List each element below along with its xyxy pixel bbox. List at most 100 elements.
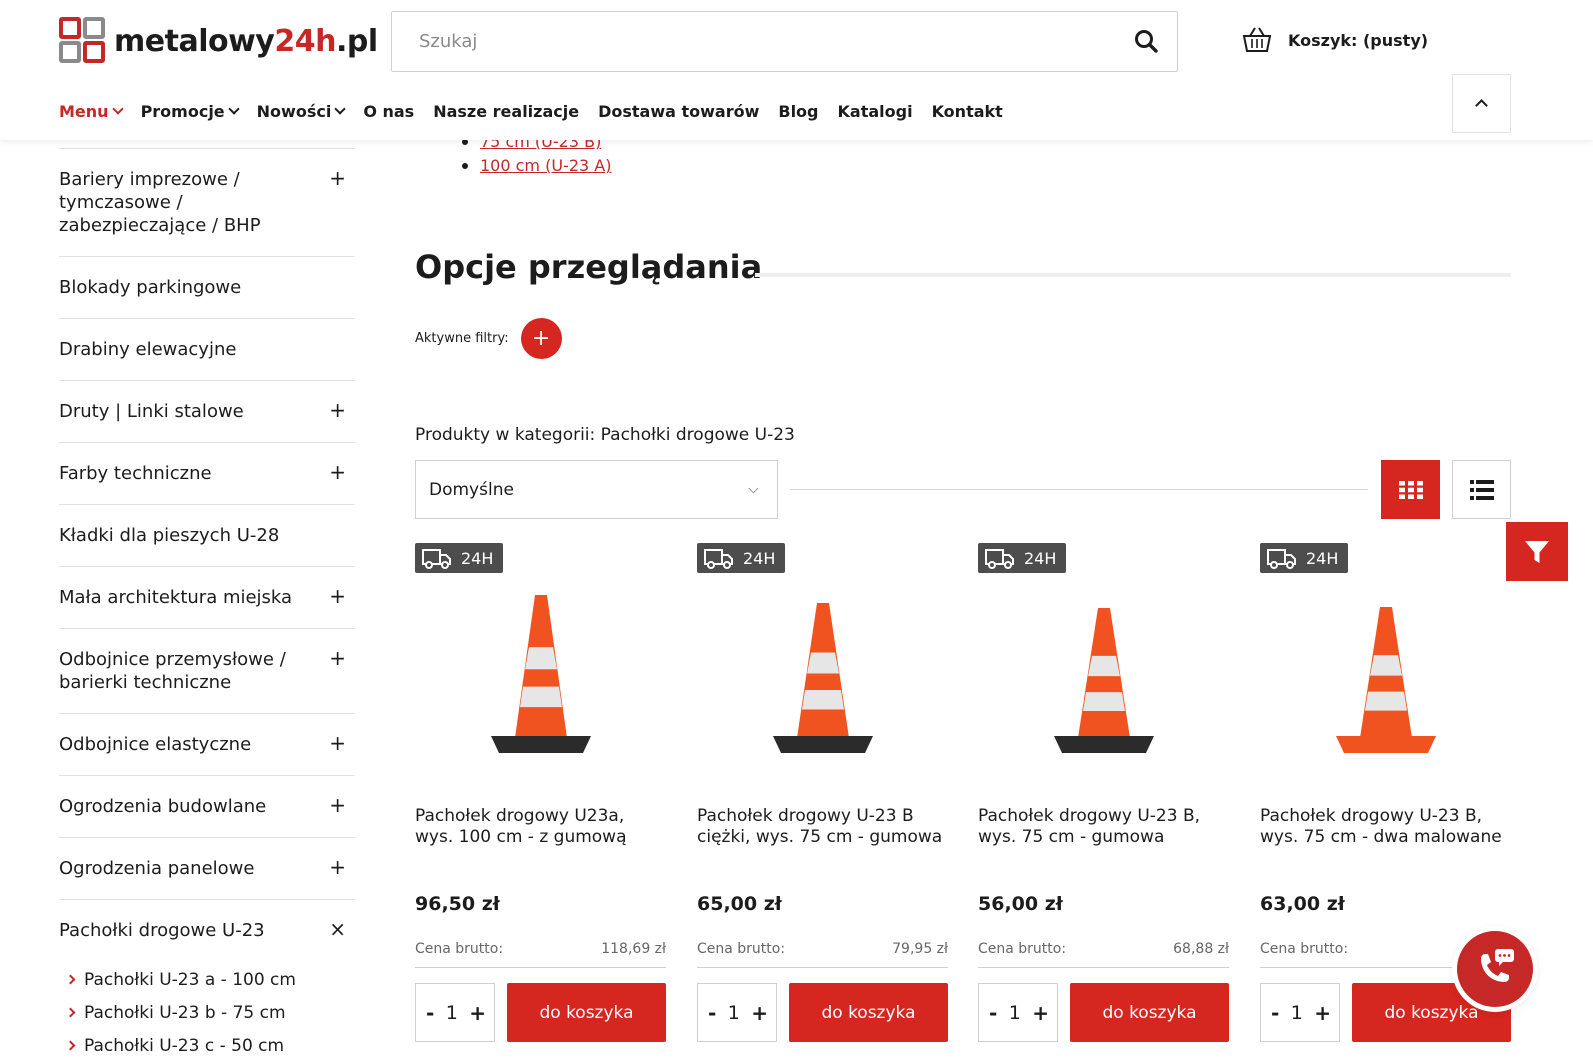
- gross-price-value: 118,69 zł: [601, 941, 666, 957]
- increase-button[interactable]: +: [1032, 1001, 1049, 1025]
- grid-icon: [1398, 480, 1423, 499]
- traffic-cone-image[interactable]: [761, 573, 885, 760]
- sidebar-category[interactable]: Ogrodzenia budowlane +: [59, 775, 355, 837]
- sort-select[interactable]: Domyślne: [415, 460, 778, 519]
- subcategory-label: Pachołki U-23 b - 75 cm: [84, 1002, 286, 1023]
- expand-icon[interactable]: +: [329, 647, 346, 670]
- sidebar-category-label: Pachołki drogowe U-23: [59, 920, 265, 941]
- sidebar-category[interactable]: Odbojnice przemysłowe / barierki technic…: [59, 628, 355, 713]
- phone-chat-button[interactable]: [1457, 931, 1533, 1007]
- expand-icon[interactable]: +: [329, 167, 346, 190]
- badge-label: 24H: [1306, 548, 1339, 568]
- chevron-down-icon: [111, 102, 124, 115]
- subcategory-list: Pachołki U-23 a - 100 cm Pachołki U-23 b …: [59, 961, 355, 1060]
- subcategory-label: Pachołki U-23 c - 50 cm: [84, 1035, 285, 1056]
- filter-button[interactable]: [1506, 522, 1568, 581]
- sidebar-category[interactable]: Pachołki drogowe U-23 ×: [59, 899, 355, 961]
- logo-text: metalowy24h.pl: [114, 23, 378, 59]
- sidebar-category[interactable]: Kładki dla pieszych U-28: [59, 504, 355, 566]
- sidebar-category[interactable]: Odbojnice elastyczne +: [59, 713, 355, 775]
- cart-label: Koszyk: (pusty): [1288, 30, 1429, 50]
- expand-icon[interactable]: +: [329, 461, 346, 484]
- product-name[interactable]: Pachołek drogowy U-23 B ciężki, wys. 75 …: [697, 806, 948, 848]
- nav-item-promocje[interactable]: Promocje: [141, 102, 240, 121]
- product-name[interactable]: Pachołek drogowy U-23 B, wys. 75 cm - gu…: [978, 806, 1229, 848]
- product-price: 56,00 zł: [978, 893, 1063, 915]
- collapse-icon[interactable]: ×: [329, 918, 346, 941]
- decrease-button[interactable]: -: [708, 1001, 716, 1025]
- list-view-button[interactable]: [1452, 460, 1511, 519]
- traffic-cone-image[interactable]: [479, 573, 603, 760]
- add-to-cart-button[interactable]: do koszyka: [507, 983, 666, 1042]
- quantity-value[interactable]: 1: [446, 1002, 458, 1024]
- nav-item-kontakt[interactable]: Kontakt: [932, 102, 1003, 121]
- sidebar-category[interactable]: Ogrodzenia panelowe +: [59, 837, 355, 899]
- search-icon[interactable]: [1133, 28, 1161, 56]
- grid-view-button[interactable]: [1381, 460, 1440, 519]
- scroll-top-button[interactable]: [1452, 74, 1511, 133]
- expand-icon[interactable]: +: [329, 856, 346, 879]
- quantity-value[interactable]: 1: [728, 1002, 740, 1024]
- expand-icon[interactable]: +: [329, 794, 346, 817]
- nav-item-nowosci[interactable]: Nowości: [257, 102, 346, 121]
- quantity-stepper: -1 +: [415, 983, 495, 1042]
- sidebar-category[interactable]: Farby techniczne +: [59, 442, 355, 504]
- chevron-right-icon: [65, 974, 76, 985]
- expand-icon[interactable]: +: [329, 399, 346, 422]
- increase-button[interactable]: +: [751, 1001, 768, 1025]
- add-to-cart-button[interactable]: do koszyka: [789, 983, 948, 1042]
- list-icon: [1469, 479, 1494, 500]
- sidebar-category-label: Bariery imprezowe / tymczasowe / zabezpi…: [59, 169, 261, 236]
- nav-item-o-nas[interactable]: O nas: [363, 102, 414, 121]
- subcategory-link[interactable]: Pachołki U-23 a - 100 cm: [59, 963, 355, 996]
- size-link-100[interactable]: 100 cm (U-23 A): [480, 154, 611, 178]
- chevron-down-icon: [334, 102, 346, 115]
- title-divider: [755, 273, 1511, 277]
- chevron-up-icon: [1475, 99, 1488, 112]
- filter-icon: [1525, 540, 1549, 563]
- truck-icon: [985, 549, 1014, 569]
- chevron-down-icon: [748, 483, 759, 494]
- expand-icon[interactable]: +: [329, 732, 346, 755]
- decrease-button[interactable]: -: [989, 1001, 997, 1025]
- nav-item-dostawa[interactable]: Dostawa towarów: [598, 102, 759, 121]
- sidebar-category-label: Mała architektura miejska: [59, 587, 293, 608]
- search-box: [391, 11, 1178, 72]
- site-logo[interactable]: metalowy24h.pl: [59, 17, 378, 65]
- toolbar-divider: [790, 489, 1368, 490]
- sidebar-category-label: Drabiny elewacyjne: [59, 339, 237, 360]
- decrease-button[interactable]: -: [1271, 1001, 1279, 1025]
- badge-label: 24H: [1024, 548, 1057, 568]
- sidebar-category[interactable]: Drabiny elewacyjne: [59, 318, 355, 380]
- product-name[interactable]: Pachołek drogowy U-23 B, wys. 75 cm - dw…: [1260, 806, 1511, 848]
- nav-item-menu[interactable]: Menu: [59, 102, 124, 121]
- gross-price-value: 79,95 zł: [892, 941, 948, 957]
- subcategory-link[interactable]: Pachołki U-23 b - 75 cm: [59, 996, 355, 1029]
- filters-label: Aktywne filtry:: [415, 331, 509, 346]
- sidebar-category-label: Ogrodzenia panelowe: [59, 858, 255, 879]
- add-to-cart-button[interactable]: do koszyka: [1070, 983, 1229, 1042]
- nav-item-blog[interactable]: Blog: [778, 102, 818, 121]
- quantity-value[interactable]: 1: [1291, 1002, 1303, 1024]
- traffic-cone-image[interactable]: [1324, 573, 1448, 760]
- add-filter-button[interactable]: +: [520, 318, 562, 359]
- expand-icon[interactable]: +: [329, 585, 346, 608]
- nav-item-realizacje[interactable]: Nasze realizacje: [433, 102, 579, 121]
- increase-button[interactable]: +: [1314, 1001, 1331, 1025]
- increase-button[interactable]: +: [469, 1001, 486, 1025]
- quantity-value[interactable]: 1: [1009, 1002, 1021, 1024]
- subcategory-link[interactable]: Pachołki U-23 c - 50 cm: [59, 1029, 355, 1060]
- sidebar-category[interactable]: Blokady parkingowe: [59, 256, 355, 318]
- sidebar-category[interactable]: Bariery imprezowe / tymczasowe / zabezpi…: [59, 148, 355, 256]
- decrease-button[interactable]: -: [426, 1001, 434, 1025]
- cart-link[interactable]: Koszyk: (pusty): [1242, 26, 1428, 54]
- sidebar-category[interactable]: Mała architektura miejska +: [59, 566, 355, 628]
- gross-price-label: Cena brutto:: [415, 941, 504, 957]
- delivery-badge: 24H: [1260, 543, 1348, 573]
- search-input[interactable]: [392, 12, 1092, 71]
- sidebar-category[interactable]: Druty | Linki stalowe +: [59, 380, 355, 442]
- traffic-cone-image[interactable]: [1042, 573, 1166, 760]
- nav-item-katalogi[interactable]: Katalogi: [838, 102, 913, 121]
- quantity-stepper: -1 +: [1260, 983, 1340, 1042]
- product-name[interactable]: Pachołek drogowy U23a, wys. 100 cm - z g…: [415, 806, 666, 848]
